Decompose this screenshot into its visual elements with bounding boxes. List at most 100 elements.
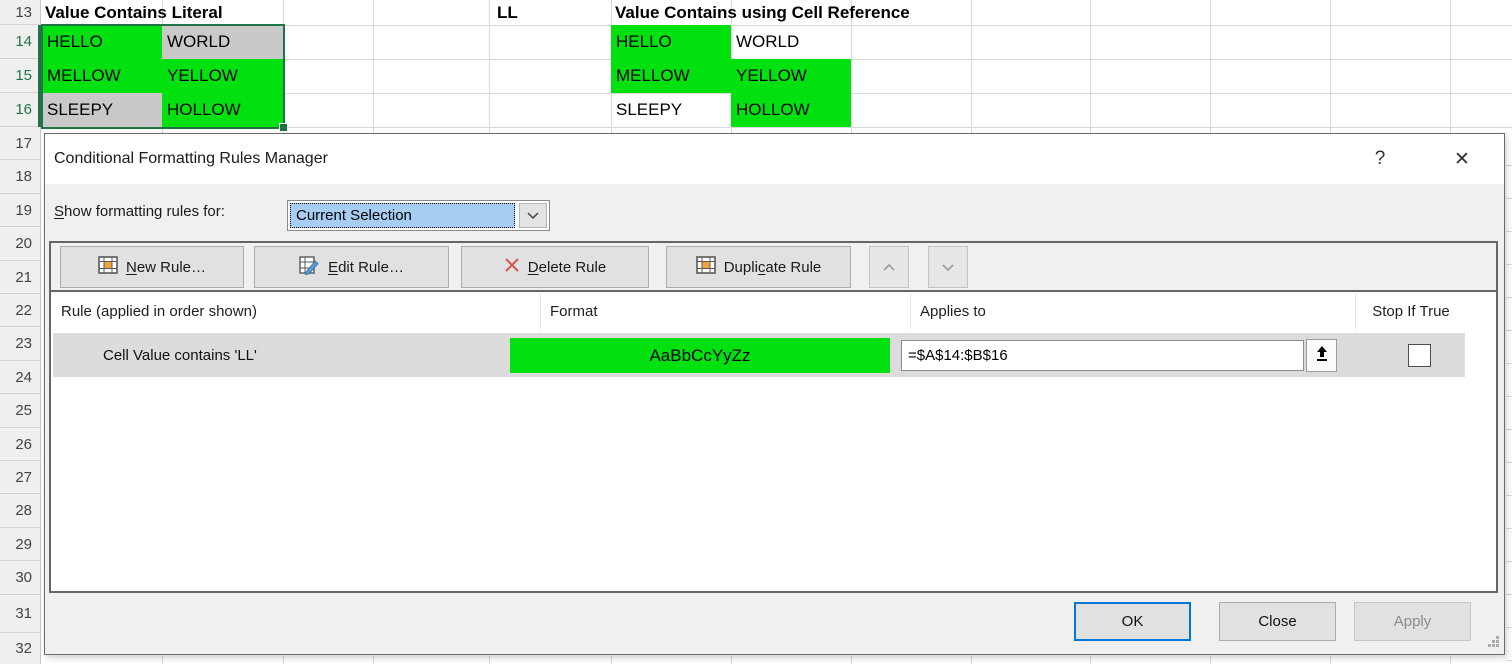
row-header-29[interactable]: 29: [0, 528, 41, 561]
stop-if-true-checkbox[interactable]: [1408, 344, 1431, 367]
rules-groupbox: New Rule… Edit Rule… Delete Rule Duplica…: [49, 241, 1498, 593]
cf-rules-manager-dialog: Conditional Formatting Rules Manager ? ✕…: [44, 133, 1505, 655]
excel-screen: 13 14 15 16 17 18 19 20 21 22 23 24 25 2…: [0, 0, 1512, 664]
edit-rule-label: Edit Rule…: [328, 259, 404, 276]
row-header-15[interactable]: 15: [0, 59, 41, 93]
new-rule-icon: [98, 256, 118, 278]
gridline: [283, 656, 284, 664]
gridline: [611, 656, 612, 664]
applies-to-input[interactable]: =$A$14:$B$16: [901, 340, 1304, 371]
column-header-rule: Rule (applied in order shown): [61, 292, 539, 331]
close-icon[interactable]: ✕: [1445, 134, 1479, 184]
column-header-stop-if-true: Stop If True: [1355, 292, 1467, 331]
column-divider: [910, 294, 911, 329]
duplicate-rule-label: Duplicate Rule: [724, 259, 822, 276]
delete-rule-label: Delete Rule: [528, 259, 606, 276]
row-header-26[interactable]: 26: [0, 428, 41, 461]
column-header-format: Format: [550, 292, 900, 331]
gridline: [971, 0, 972, 133]
cell-g14[interactable]: WORLD: [731, 25, 851, 59]
gridline: [1210, 656, 1211, 664]
row-header-18[interactable]: 18: [0, 160, 41, 194]
new-rule-button[interactable]: New Rule…: [60, 246, 244, 288]
move-rule-down-button[interactable]: [928, 246, 968, 288]
edit-rule-button[interactable]: Edit Rule…: [254, 246, 449, 288]
cell-g16[interactable]: HOLLOW: [731, 93, 851, 127]
dialog-titlebar[interactable]: Conditional Formatting Rules Manager ? ✕: [45, 134, 1504, 184]
row-header-24[interactable]: 24: [0, 361, 41, 394]
gridline: [1090, 0, 1091, 133]
apply-button[interactable]: Apply: [1354, 602, 1471, 641]
show-rules-label: Show formatting rules for:: [54, 196, 225, 227]
help-button[interactable]: ?: [1363, 134, 1397, 184]
row-header-23[interactable]: 23: [0, 327, 41, 361]
row-header-31[interactable]: 31: [0, 595, 41, 633]
label-key: S: [54, 203, 64, 220]
gridline: [1330, 0, 1331, 133]
rules-toolbar: New Rule… Edit Rule… Delete Rule Duplica…: [51, 243, 1496, 292]
cell-f16[interactable]: SLEEPY: [611, 93, 731, 127]
delete-x-icon: [504, 257, 520, 277]
rule-description: Cell Value contains 'LL': [103, 333, 257, 377]
row-header-19[interactable]: 19: [0, 194, 41, 227]
gridline: [373, 656, 374, 664]
delete-rule-button[interactable]: Delete Rule: [461, 246, 649, 288]
collapse-arrow-icon: [1315, 345, 1329, 366]
gridline: [1210, 0, 1211, 133]
row-header-30[interactable]: 30: [0, 561, 41, 595]
row-header-25[interactable]: 25: [0, 394, 41, 428]
row-header-16[interactable]: 16: [0, 93, 41, 127]
row-header-17[interactable]: 17: [0, 127, 41, 160]
gridline: [1090, 656, 1091, 664]
row-header-27[interactable]: 27: [0, 461, 41, 494]
resize-grip[interactable]: [1485, 636, 1499, 650]
gridline: [731, 656, 732, 664]
cell-f13-header[interactable]: Value Contains using Cell Reference: [615, 1, 910, 25]
row-header-28[interactable]: 28: [0, 494, 41, 528]
gridline: [851, 656, 852, 664]
cell-e13-header[interactable]: LL: [497, 1, 518, 25]
duplicate-rule-button[interactable]: Duplicate Rule: [666, 246, 851, 288]
new-rule-label: New Rule…: [126, 259, 206, 276]
duplicate-rule-icon: [696, 256, 716, 278]
label-post: how formatting rules for:: [64, 203, 225, 220]
chevron-down-icon[interactable]: [519, 203, 547, 228]
scope-dropdown[interactable]: Current Selection: [287, 200, 550, 231]
gridline: [489, 0, 490, 133]
chevron-up-icon: [882, 259, 896, 276]
cell-g15[interactable]: YELLOW: [731, 59, 851, 93]
row-header-22[interactable]: 22: [0, 294, 41, 327]
gridline: [1330, 656, 1331, 664]
cell-a13-header[interactable]: Value Contains Literal: [45, 1, 223, 25]
row-header-13[interactable]: 13: [0, 0, 41, 25]
gridline: [1450, 0, 1451, 133]
row-header-21[interactable]: 21: [0, 261, 41, 294]
column-divider: [540, 294, 541, 329]
rule-row[interactable]: Cell Value contains 'LL' AaBbCcYyZz =$A$…: [53, 333, 1465, 377]
row-header-14[interactable]: 14: [0, 25, 41, 59]
gridline: [489, 656, 490, 664]
selection-border: [41, 24, 285, 129]
collapse-dialog-button[interactable]: [1306, 339, 1337, 372]
gridline: [162, 656, 163, 664]
gridline: [971, 656, 972, 664]
move-rule-up-button[interactable]: [869, 246, 909, 288]
cell-f14[interactable]: HELLO: [611, 25, 731, 59]
chevron-down-icon: [941, 259, 955, 276]
sheet-right-sliver: [1506, 133, 1512, 664]
edit-rule-icon: [299, 256, 320, 279]
gridline: [373, 0, 374, 133]
fill-handle[interactable]: [279, 123, 288, 132]
gridline: [1450, 656, 1451, 664]
column-divider: [1355, 294, 1356, 329]
ok-button[interactable]: OK: [1074, 602, 1191, 641]
column-header-applies-to: Applies to: [920, 292, 1350, 331]
close-button[interactable]: Close: [1219, 602, 1336, 641]
dialog-title: Conditional Formatting Rules Manager: [54, 134, 328, 184]
cell-f15[interactable]: MELLOW: [611, 59, 731, 93]
format-preview: AaBbCcYyZz: [510, 338, 890, 373]
row-header-32[interactable]: 32: [0, 633, 41, 664]
row-header-20[interactable]: 20: [0, 227, 41, 261]
row-header-column: 13 14 15 16 17 18 19 20 21 22 23 24 25 2…: [0, 0, 41, 664]
scope-dropdown-value: Current Selection: [290, 203, 515, 228]
